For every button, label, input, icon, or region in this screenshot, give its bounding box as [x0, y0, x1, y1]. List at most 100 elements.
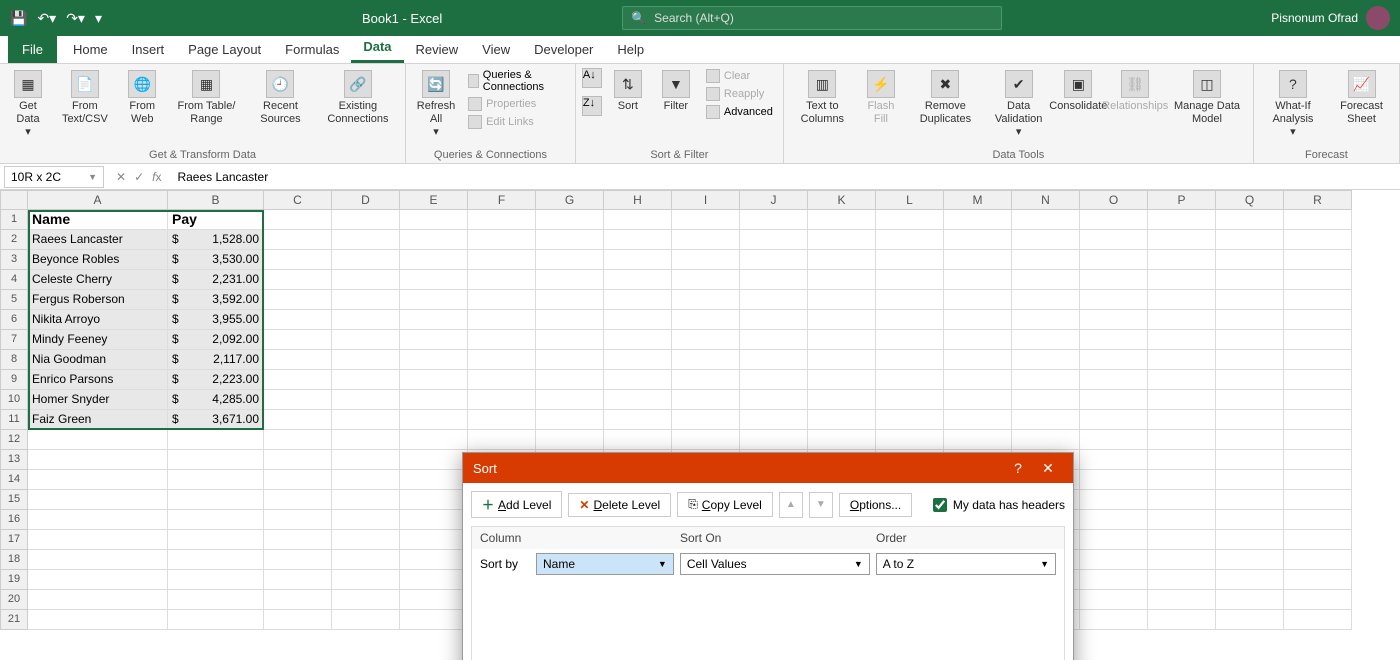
cell[interactable]: [1284, 230, 1352, 250]
cell[interactable]: [468, 210, 536, 230]
search-box[interactable]: 🔍 Search (Alt+Q): [622, 6, 1002, 30]
row-header[interactable]: 17: [0, 530, 28, 550]
cell[interactable]: [28, 450, 168, 470]
col-header[interactable]: B: [168, 190, 264, 210]
cell[interactable]: [1012, 210, 1080, 230]
cell[interactable]: [1284, 330, 1352, 350]
order-combo[interactable]: A to Z▼: [876, 553, 1056, 575]
cell[interactable]: [332, 210, 400, 230]
name-box[interactable]: 10R x 2C▼: [4, 166, 104, 188]
cell[interactable]: [1080, 510, 1148, 530]
qat-dropdown-icon[interactable]: ▾: [95, 10, 102, 27]
cell[interactable]: [332, 290, 400, 310]
cell[interactable]: [808, 390, 876, 410]
cell[interactable]: [1012, 270, 1080, 290]
cell[interactable]: [168, 590, 264, 610]
cell[interactable]: [1012, 350, 1080, 370]
cell[interactable]: [468, 370, 536, 390]
row-header[interactable]: 20: [0, 590, 28, 610]
tab-review[interactable]: Review: [404, 36, 471, 63]
cell[interactable]: [468, 290, 536, 310]
cell[interactable]: Beyonce Robles: [28, 250, 168, 270]
cell[interactable]: [876, 430, 944, 450]
cell[interactable]: [1080, 350, 1148, 370]
cell[interactable]: [672, 330, 740, 350]
cell[interactable]: $1,528.00: [168, 230, 264, 250]
cell[interactable]: [1012, 410, 1080, 430]
row-header[interactable]: 4: [0, 270, 28, 290]
cell[interactable]: [264, 530, 332, 550]
col-header[interactable]: H: [604, 190, 672, 210]
cell[interactable]: [332, 550, 400, 570]
cell[interactable]: [740, 210, 808, 230]
cell[interactable]: [332, 250, 400, 270]
manage-data-model-button[interactable]: ◫Manage Data Model: [1167, 68, 1247, 128]
cell[interactable]: [1080, 310, 1148, 330]
options-button[interactable]: Options...: [839, 493, 912, 517]
cell[interactable]: [332, 470, 400, 490]
cell[interactable]: [400, 490, 468, 510]
cell[interactable]: [1284, 310, 1352, 330]
tab-home[interactable]: Home: [61, 36, 120, 63]
cell[interactable]: [332, 390, 400, 410]
cell[interactable]: [168, 570, 264, 590]
cell[interactable]: [1080, 550, 1148, 570]
cell[interactable]: [28, 590, 168, 610]
cell[interactable]: [332, 430, 400, 450]
cell[interactable]: [1216, 450, 1284, 470]
cell[interactable]: [468, 350, 536, 370]
cell[interactable]: [740, 290, 808, 310]
cell[interactable]: [740, 370, 808, 390]
cell[interactable]: [1148, 370, 1216, 390]
cell[interactable]: [672, 250, 740, 270]
col-header[interactable]: C: [264, 190, 332, 210]
cell[interactable]: [168, 550, 264, 570]
cell[interactable]: [876, 210, 944, 230]
cell[interactable]: [264, 570, 332, 590]
cell[interactable]: [876, 370, 944, 390]
cell[interactable]: [536, 210, 604, 230]
cell[interactable]: [264, 370, 332, 390]
cell[interactable]: [1148, 530, 1216, 550]
queries-connections-button[interactable]: Queries & Connections: [464, 68, 569, 94]
cell[interactable]: [1012, 430, 1080, 450]
cell[interactable]: [332, 310, 400, 330]
consolidate-button[interactable]: ▣Consolidate: [1053, 68, 1103, 115]
cell[interactable]: [168, 430, 264, 450]
cell[interactable]: [332, 510, 400, 530]
cell[interactable]: [604, 230, 672, 250]
cell[interactable]: [536, 410, 604, 430]
cell[interactable]: [400, 370, 468, 390]
cell[interactable]: [264, 490, 332, 510]
cell[interactable]: Nikita Arroyo: [28, 310, 168, 330]
refresh-all-button[interactable]: 🔄Refresh All▾: [412, 68, 460, 142]
cell[interactable]: [400, 550, 468, 570]
cell[interactable]: [1080, 230, 1148, 250]
cell[interactable]: [876, 230, 944, 250]
help-button[interactable]: ?: [1003, 460, 1033, 476]
cell[interactable]: [264, 590, 332, 610]
cell[interactable]: [604, 270, 672, 290]
cell[interactable]: [264, 410, 332, 430]
cell[interactable]: [168, 470, 264, 490]
row-header[interactable]: 2: [0, 230, 28, 250]
text-to-columns-button[interactable]: ▥Text to Columns: [790, 68, 855, 128]
cell[interactable]: [400, 310, 468, 330]
cell[interactable]: [332, 270, 400, 290]
cell[interactable]: [1216, 230, 1284, 250]
cell[interactable]: [264, 610, 332, 630]
cell[interactable]: [1284, 550, 1352, 570]
cell[interactable]: [28, 530, 168, 550]
cell[interactable]: [400, 270, 468, 290]
cell[interactable]: [28, 570, 168, 590]
cell[interactable]: [944, 250, 1012, 270]
cell[interactable]: [168, 450, 264, 470]
row-header[interactable]: 16: [0, 510, 28, 530]
cell[interactable]: [168, 490, 264, 510]
cell[interactable]: [1148, 590, 1216, 610]
cell[interactable]: [468, 310, 536, 330]
cell[interactable]: [1216, 250, 1284, 270]
dialog-title-bar[interactable]: Sort ? ✕: [463, 453, 1073, 483]
cell[interactable]: [400, 390, 468, 410]
cell[interactable]: [1012, 370, 1080, 390]
